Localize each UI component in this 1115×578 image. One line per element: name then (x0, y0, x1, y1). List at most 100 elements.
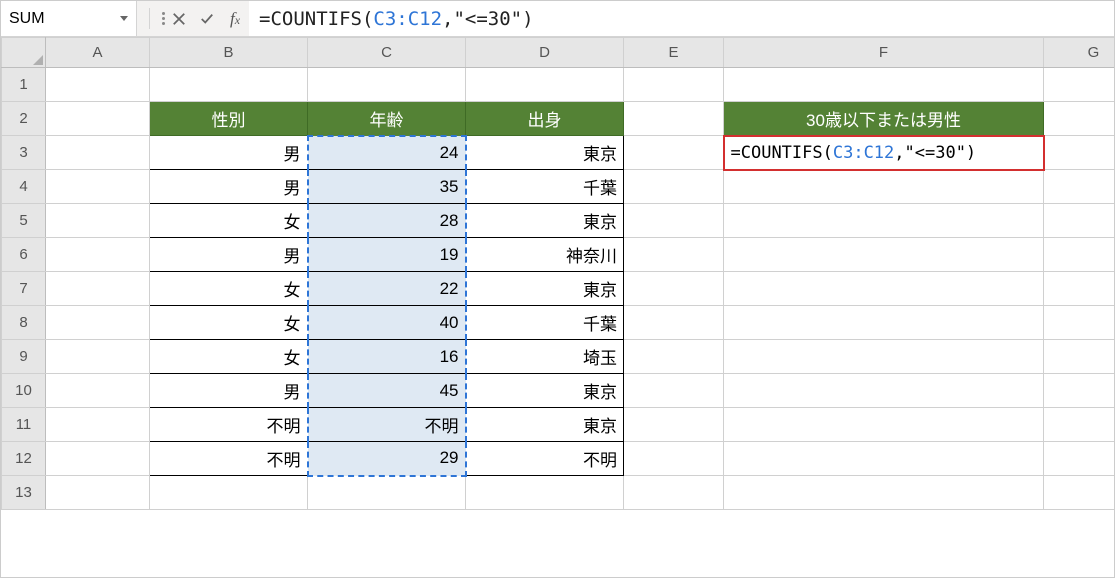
col-header-E[interactable]: E (624, 38, 724, 68)
cell[interactable] (724, 238, 1044, 272)
col-header-B[interactable]: B (150, 38, 308, 68)
cell-age[interactable]: 40 (308, 306, 466, 340)
cell[interactable] (1044, 204, 1115, 238)
cell[interactable] (724, 272, 1044, 306)
cell[interactable] (46, 68, 150, 102)
cell-origin[interactable]: 東京 (466, 204, 624, 238)
cell-gender[interactable]: 女 (150, 272, 308, 306)
cell[interactable] (624, 238, 724, 272)
row-header[interactable]: 7 (2, 272, 46, 306)
cell[interactable] (46, 306, 150, 340)
cell[interactable] (624, 374, 724, 408)
cell[interactable] (624, 340, 724, 374)
grid[interactable]: A B C D E F G 1 2 性別 (1, 37, 1114, 577)
table-header-age[interactable]: 年齢 (308, 102, 466, 136)
cell[interactable] (308, 68, 466, 102)
cell[interactable] (724, 408, 1044, 442)
cell-age[interactable]: 45 (308, 374, 466, 408)
cell[interactable] (1044, 272, 1115, 306)
cell-gender[interactable]: 女 (150, 340, 308, 374)
cell-gender[interactable]: 男 (150, 238, 308, 272)
cell[interactable] (724, 374, 1044, 408)
cell[interactable] (1044, 476, 1115, 510)
col-header-A[interactable]: A (46, 38, 150, 68)
cell-gender[interactable]: 男 (150, 136, 308, 170)
cell[interactable] (46, 442, 150, 476)
cell-age[interactable]: 28 (308, 204, 466, 238)
cell[interactable] (724, 204, 1044, 238)
cell[interactable] (624, 408, 724, 442)
cell-gender[interactable]: 女 (150, 306, 308, 340)
cell[interactable] (308, 476, 466, 510)
cell[interactable] (624, 272, 724, 306)
cell[interactable] (724, 306, 1044, 340)
cell-origin[interactable]: 東京 (466, 272, 624, 306)
row-header[interactable]: 2 (2, 102, 46, 136)
row-header[interactable]: 4 (2, 170, 46, 204)
chevron-down-icon[interactable] (120, 16, 128, 21)
cell-origin[interactable]: 東京 (466, 374, 624, 408)
cell-gender[interactable]: 不明 (150, 408, 308, 442)
cell-origin[interactable]: 神奈川 (466, 238, 624, 272)
cell[interactable] (1044, 408, 1115, 442)
cell[interactable] (724, 68, 1044, 102)
cell[interactable] (624, 68, 724, 102)
cell[interactable] (46, 204, 150, 238)
cell-origin[interactable]: 東京 (466, 408, 624, 442)
row-header[interactable]: 5 (2, 204, 46, 238)
row-header[interactable]: 8 (2, 306, 46, 340)
cell[interactable] (1044, 136, 1115, 170)
cell[interactable] (624, 204, 724, 238)
cell[interactable] (46, 374, 150, 408)
fx-button[interactable]: fx (221, 1, 249, 36)
cell[interactable] (724, 442, 1044, 476)
cell[interactable] (46, 136, 150, 170)
cell[interactable] (1044, 170, 1115, 204)
row-header[interactable]: 12 (2, 442, 46, 476)
col-header-D[interactable]: D (466, 38, 624, 68)
cell-gender[interactable]: 女 (150, 204, 308, 238)
cell[interactable] (46, 340, 150, 374)
cell[interactable] (46, 476, 150, 510)
confirm-button[interactable] (193, 1, 221, 36)
cell-origin[interactable]: 千葉 (466, 170, 624, 204)
cell[interactable] (1044, 442, 1115, 476)
cell-age[interactable]: 16 (308, 340, 466, 374)
cell[interactable] (1044, 306, 1115, 340)
cell[interactable] (150, 476, 308, 510)
cell[interactable] (624, 476, 724, 510)
cell-gender[interactable]: 不明 (150, 442, 308, 476)
cell-age[interactable]: 29 (308, 442, 466, 476)
cell[interactable] (1044, 374, 1115, 408)
cell[interactable] (724, 170, 1044, 204)
cell[interactable] (624, 170, 724, 204)
cell[interactable] (466, 476, 624, 510)
row-header[interactable]: 9 (2, 340, 46, 374)
cell[interactable] (624, 102, 724, 136)
cell-origin[interactable]: 不明 (466, 442, 624, 476)
row-header[interactable]: 1 (2, 68, 46, 102)
table-header-gender[interactable]: 性別 (150, 102, 308, 136)
cell[interactable] (46, 408, 150, 442)
cell[interactable] (46, 272, 150, 306)
cell[interactable] (724, 340, 1044, 374)
row-header[interactable]: 11 (2, 408, 46, 442)
select-all-corner[interactable] (2, 38, 46, 68)
cell-age[interactable]: 24 (308, 136, 466, 170)
cell[interactable] (1044, 238, 1115, 272)
cell-gender[interactable]: 男 (150, 374, 308, 408)
cell[interactable] (624, 442, 724, 476)
cell[interactable] (624, 306, 724, 340)
row-header[interactable]: 13 (2, 476, 46, 510)
row-header[interactable]: 3 (2, 136, 46, 170)
cell-origin[interactable]: 千葉 (466, 306, 624, 340)
cell[interactable] (624, 136, 724, 170)
cell[interactable] (1044, 340, 1115, 374)
col-header-F[interactable]: F (724, 38, 1044, 68)
cell[interactable] (150, 68, 308, 102)
table-header-origin[interactable]: 出身 (466, 102, 624, 136)
result-header[interactable]: 30歳以下または男性 (724, 102, 1044, 136)
name-box[interactable]: SUM (1, 1, 137, 36)
cell-age[interactable]: 35 (308, 170, 466, 204)
cell[interactable] (1044, 102, 1115, 136)
